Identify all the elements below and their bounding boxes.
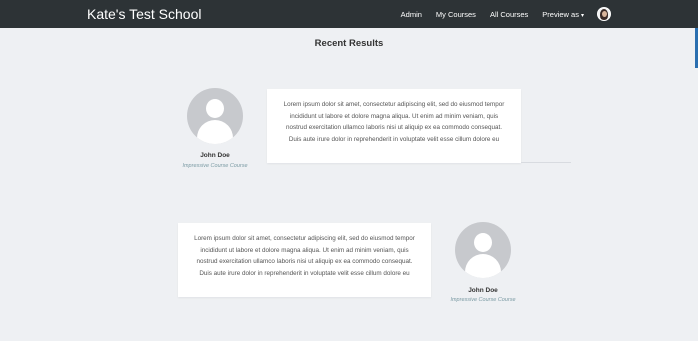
avatar-body (465, 254, 501, 278)
nav-preview-as-dropdown[interactable]: Preview as ▾ (542, 10, 584, 19)
nav-links: Admin My Courses All Courses Preview as ▾ (401, 0, 698, 28)
student-course[interactable]: Impressive Course Course (433, 297, 533, 303)
top-navbar: Kate's Test School Admin My Courses All … (0, 0, 698, 28)
nav-admin-link[interactable]: Admin (401, 10, 422, 19)
school-brand[interactable]: Kate's Test School (87, 5, 201, 23)
testimonial-card: Lorem ipsum dolor sit amet, consectetur … (267, 89, 521, 163)
student-avatar (455, 222, 511, 278)
testimonial-card: Lorem ipsum dolor sit amet, consectetur … (178, 223, 431, 297)
user-avatar[interactable] (597, 7, 611, 21)
testimonial-text: Lorem ipsum dolor sit amet, consectetur … (283, 101, 505, 143)
student-course[interactable]: Impressive Course Course (165, 163, 265, 169)
section-title: Recent Results (314, 38, 384, 49)
student-avatar (187, 88, 243, 144)
avatar-body (197, 120, 233, 144)
testimonial-text: Lorem ipsum dolor sit amet, consectetur … (194, 235, 415, 277)
student-name: John Doe (200, 152, 230, 159)
nav-all-courses-link[interactable]: All Courses (490, 10, 528, 19)
nav-my-courses-link[interactable]: My Courses (436, 10, 476, 19)
chevron-down-icon: ▾ (580, 12, 584, 19)
preview-as-label: Preview as (542, 9, 579, 19)
avatar-face (602, 11, 607, 17)
student-name: John Doe (468, 287, 498, 294)
divider (521, 162, 571, 163)
avatar-head (474, 233, 492, 252)
avatar-head (206, 99, 224, 118)
